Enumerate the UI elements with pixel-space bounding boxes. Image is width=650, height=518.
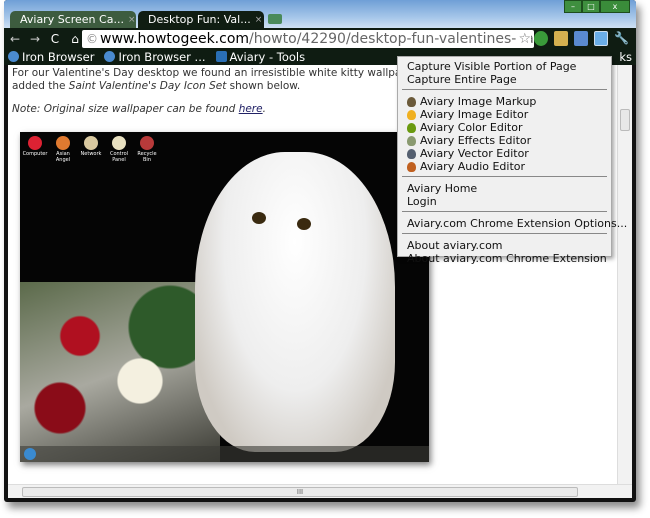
desktop-icon-network: Network [78, 136, 104, 157]
menu-about-aviary[interactable]: About aviary.com [398, 239, 611, 252]
white-cat [195, 152, 395, 452]
vertical-scrollbar[interactable] [617, 65, 632, 484]
menu-separator [402, 89, 607, 90]
cat-eye [252, 212, 266, 224]
menu-about-extension[interactable]: About aviary.com Chrome Extension [398, 252, 611, 265]
bookmark-iron-browser-2[interactable]: Iron Browser ... [104, 50, 206, 64]
color-editor-icon [407, 122, 416, 133]
menu-aviary-home[interactable]: Aviary Home [398, 182, 611, 195]
close-button[interactable]: x [600, 0, 630, 13]
taskbar [20, 446, 429, 462]
aviary-extension-icon[interactable] [594, 31, 608, 46]
globe-icon [104, 51, 116, 62]
extension-page-icon[interactable] [574, 31, 588, 46]
new-tab-button[interactable] [268, 14, 282, 24]
bookmark-iron-browser[interactable]: Iron Browser [8, 50, 94, 64]
aviary-dropdown-menu: Capture Visible Portion of Page Capture … [397, 56, 627, 265]
menu-image-markup[interactable]: Aviary Image Markup [398, 95, 611, 108]
menu-login[interactable]: Login [398, 195, 611, 208]
menu-audio-editor[interactable]: Aviary Audio Editor [398, 160, 611, 173]
address-bar[interactable]: © www.howtogeek.com/howto/42290/desktop-… [82, 30, 534, 48]
cat-eye [297, 218, 311, 230]
wrench-icon[interactable]: 🔧 [614, 31, 629, 46]
minimize-button[interactable]: – [564, 0, 582, 13]
forward-icon[interactable]: → [28, 32, 42, 46]
desktop-icon-recycle-bin: Recycle Bin [134, 136, 160, 163]
start-orb-icon [24, 448, 36, 460]
vector-editor-icon [407, 148, 416, 159]
menu-color-editor[interactable]: Aviary Color Editor [398, 121, 611, 134]
desktop-icon-control-panel: Control Panel [106, 136, 132, 163]
tab-desktop-fun[interactable]: Desktop Fun: Val... × [138, 11, 264, 28]
aviary-icon [215, 51, 227, 62]
flower-bouquet [20, 282, 220, 462]
menu-capture-entire[interactable]: Capture Entire Page [398, 73, 611, 86]
audio-editor-icon [407, 161, 416, 172]
other-bookmarks[interactable]: ks [619, 50, 632, 64]
horizontal-scrollbar[interactable]: III [8, 484, 632, 498]
effects-editor-icon [407, 135, 416, 146]
home-icon[interactable]: ⌂ [68, 32, 82, 46]
markup-icon [407, 96, 416, 107]
star-icon[interactable]: ☆ [516, 31, 531, 47]
globe-icon [8, 51, 19, 62]
here-link[interactable]: here [239, 103, 263, 115]
menu-capture-visible[interactable]: Capture Visible Portion of Page [398, 60, 611, 73]
menu-extension-options[interactable]: Aviary.com Chrome Extension Options... [398, 217, 627, 230]
image-editor-icon [407, 109, 416, 120]
intro-paragraph: For our Valentine's Day desktop we found… [12, 67, 455, 92]
window-controls: – □ x [564, 0, 630, 13]
extension-bookmark-icon[interactable] [554, 31, 568, 46]
back-icon[interactable]: ← [8, 32, 22, 46]
menu-separator [402, 211, 607, 212]
close-tab-icon[interactable]: × [128, 15, 136, 25]
vertical-scroll-thumb[interactable] [620, 109, 630, 131]
desktop-icon-asian-angel: Asian Angel [50, 136, 76, 163]
menu-image-editor[interactable]: Aviary Image Editor [398, 108, 611, 121]
note-paragraph: Note: Original size wallpaper can be fou… [12, 103, 266, 115]
tab-aviary[interactable]: Aviary Screen Ca... × [10, 11, 136, 28]
close-tab-icon[interactable]: × [255, 15, 263, 25]
bookmark-aviary-tools[interactable]: Aviary - Tools [215, 50, 305, 64]
wallpaper-image: Computer Asian Angel Network Control Pan… [20, 132, 429, 462]
menu-vector-editor[interactable]: Aviary Vector Editor [398, 147, 611, 160]
menu-separator [402, 176, 607, 177]
desktop-icon-computer: Computer [22, 136, 48, 157]
menu-separator [402, 233, 607, 234]
reload-icon[interactable]: C [48, 32, 62, 46]
extension-green-icon[interactable] [534, 31, 548, 46]
menu-effects-editor[interactable]: Aviary Effects Editor [398, 134, 611, 147]
page-icon: © [86, 32, 98, 46]
maximize-button[interactable]: □ [582, 0, 600, 13]
horizontal-scroll-thumb[interactable]: III [22, 487, 578, 497]
